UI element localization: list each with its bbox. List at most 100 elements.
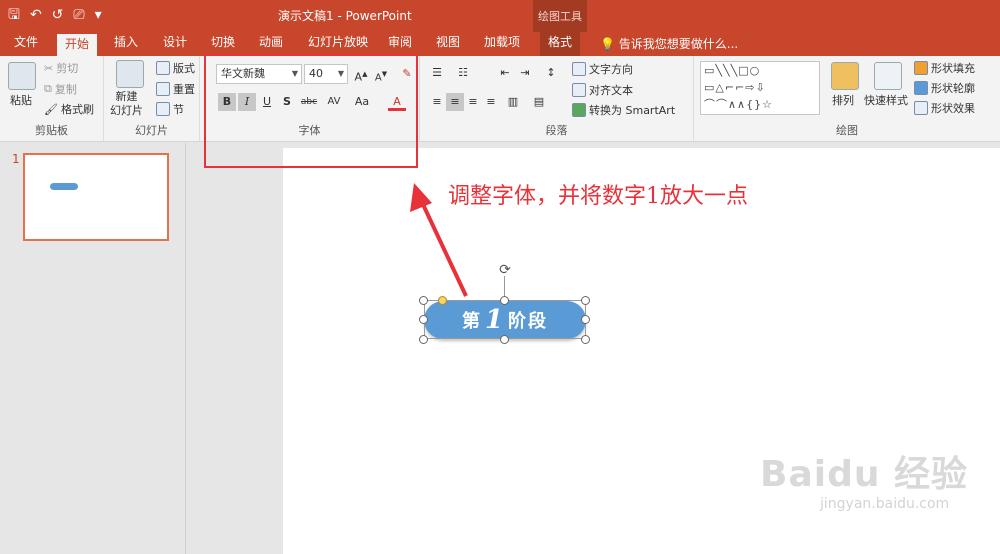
baidu-watermark: Baidu 经验 bbox=[760, 454, 969, 495]
quick-access-toolbar: 🖫 ↶ ↺ ⎚ ▾ bbox=[8, 5, 102, 25]
resize-handle-left[interactable] bbox=[419, 315, 428, 324]
paragraph-group-label: 段落 bbox=[545, 124, 568, 137]
shape-outline-label: 形状轮廓 bbox=[931, 82, 975, 95]
distributed-icon[interactable]: ▥ bbox=[504, 93, 522, 111]
line-spacing-icon[interactable]: ↕ bbox=[542, 64, 560, 82]
layout-label: 版式 bbox=[173, 62, 195, 75]
increase-indent-icon[interactable]: ⇥ bbox=[516, 64, 534, 82]
copy-label: 复制 bbox=[54, 83, 77, 96]
arrange-button[interactable]: 排列 bbox=[832, 92, 854, 108]
redo-icon[interactable]: ↺ bbox=[52, 5, 64, 25]
resize-handle-top-left[interactable] bbox=[419, 296, 428, 305]
bullets-icon[interactable]: ☰ bbox=[428, 64, 446, 82]
cut-button[interactable]: ✂ 剪切 bbox=[44, 60, 78, 76]
resize-handle-bottom-right[interactable] bbox=[581, 335, 590, 344]
new-slide-icon[interactable] bbox=[116, 60, 144, 88]
shape-text-suffix: 阶段 bbox=[508, 311, 549, 332]
undo-icon[interactable]: ↶ bbox=[30, 5, 42, 25]
quick-styles-button[interactable]: 快速样式 bbox=[864, 92, 908, 108]
resize-handle-bottom[interactable] bbox=[500, 335, 509, 344]
quick-styles-icon[interactable] bbox=[874, 62, 902, 90]
arrange-icon[interactable] bbox=[831, 62, 859, 90]
group-paragraph: ☰ ☷ ⇤ ⇥ ↕ ≡ ≡ ≡ ≡ ▥ ▤ 文字方向 对齐文本 转换为 Smar… bbox=[420, 56, 694, 142]
section-icon bbox=[156, 102, 170, 116]
effects-icon bbox=[914, 101, 928, 115]
customize-qat-button[interactable]: ▾ bbox=[95, 5, 102, 25]
slides-pane: 1 bbox=[0, 143, 186, 554]
thumbnail-shape bbox=[50, 183, 78, 190]
copy-icon: ⧉ bbox=[44, 82, 52, 95]
align-text-button[interactable]: 对齐文本 bbox=[572, 82, 633, 98]
tab-file[interactable]: 文件 bbox=[6, 32, 46, 56]
drawing-group-label: 绘图 bbox=[836, 124, 858, 137]
tell-me-text: 告诉我您想要做什么... bbox=[618, 37, 739, 51]
shape-fill-button[interactable]: 形状填充 bbox=[914, 60, 975, 76]
decrease-indent-icon[interactable]: ⇤ bbox=[496, 64, 514, 82]
smartart-icon bbox=[572, 103, 586, 117]
tab-home[interactable]: 开始 bbox=[57, 34, 98, 56]
align-left-icon[interactable]: ≡ bbox=[428, 93, 446, 111]
align-center-icon[interactable]: ≡ bbox=[446, 93, 464, 111]
rotate-handle-icon[interactable]: ⟳ bbox=[497, 262, 513, 278]
slide-thumbnail[interactable] bbox=[23, 153, 169, 241]
ribbon: 粘贴 ✂ 剪切 ⧉ 复制 🖌 格式刷 剪贴板 新建 幻灯片 版式 重置 节 幻灯片 华… bbox=[0, 56, 1000, 142]
columns-icon[interactable]: ▤ bbox=[530, 93, 548, 111]
section-button[interactable]: 节 bbox=[156, 101, 184, 117]
text-direction-button[interactable]: 文字方向 bbox=[572, 61, 633, 77]
tell-me-box[interactable]: 💡 告诉我您想要做什么... bbox=[600, 35, 738, 52]
group-drawing: ▭╲╲╲□○ ▭△⌐⌐⇨⇩ ⌒⌒∧∧{}☆ 排列 快速样式 形状填充 形状轮廓 形状… bbox=[694, 56, 1000, 142]
convert-smartart-button[interactable]: 转换为 SmartArt bbox=[572, 102, 675, 118]
justify-icon[interactable]: ≡ bbox=[482, 93, 500, 111]
slide-number: 1 bbox=[12, 152, 20, 166]
section-label: 节 bbox=[173, 103, 184, 116]
tab-design[interactable]: 设计 bbox=[155, 32, 195, 56]
scissors-icon: ✂ bbox=[44, 61, 54, 75]
shape-text-prefix: 第 bbox=[461, 311, 482, 332]
group-clipboard: 粘贴 ✂ 剪切 ⧉ 复制 🖌 格式刷 剪贴板 bbox=[0, 56, 104, 142]
paste-button[interactable]: 粘贴 bbox=[10, 92, 32, 108]
group-slides: 新建 幻灯片 版式 重置 节 幻灯片 bbox=[104, 56, 200, 142]
shape-effects-label: 形状效果 bbox=[931, 102, 975, 115]
new-slide-button[interactable]: 新建 幻灯片 bbox=[110, 90, 143, 118]
resize-handle-right[interactable] bbox=[581, 315, 590, 324]
paste-icon[interactable] bbox=[8, 62, 36, 90]
tab-format[interactable]: 格式 bbox=[540, 32, 581, 56]
shapes-gallery[interactable]: ▭╲╲╲□○ ▭△⌐⌐⇨⇩ ⌒⌒∧∧{}☆ bbox=[700, 61, 820, 115]
text-direction-icon bbox=[572, 62, 586, 76]
title-bar: 🖫 ↶ ↺ ⎚ ▾ 演示文稿1 - PowerPoint bbox=[0, 0, 1000, 32]
copy-button[interactable]: ⧉ 复制 bbox=[44, 81, 77, 97]
start-from-beginning-icon[interactable]: ⎚ bbox=[73, 5, 84, 25]
layout-icon bbox=[156, 61, 170, 75]
layout-button[interactable]: 版式 bbox=[156, 60, 195, 76]
tab-view[interactable]: 视图 bbox=[428, 32, 468, 56]
align-text-label: 对齐文本 bbox=[589, 84, 633, 97]
resize-handle-top-right[interactable] bbox=[581, 296, 590, 305]
clipboard-group-label: 剪贴板 bbox=[35, 124, 68, 137]
stage-shape[interactable]: 第 1 阶段 bbox=[424, 301, 586, 339]
numbering-icon[interactable]: ☷ bbox=[454, 64, 472, 82]
tab-review[interactable]: 审阅 bbox=[380, 32, 420, 56]
adjust-handle[interactable] bbox=[438, 296, 447, 305]
tab-addins[interactable]: 加载项 bbox=[476, 32, 528, 56]
reset-button[interactable]: 重置 bbox=[156, 81, 195, 97]
resize-handle-top[interactable] bbox=[500, 296, 509, 305]
format-painter-label: 格式刷 bbox=[60, 103, 94, 116]
tab-insert[interactable]: 插入 bbox=[106, 32, 146, 56]
save-icon[interactable]: 🖫 bbox=[8, 5, 20, 25]
tab-transitions[interactable]: 切换 bbox=[203, 32, 243, 56]
shape-effects-button[interactable]: 形状效果 bbox=[914, 100, 975, 116]
tab-animations[interactable]: 动画 bbox=[251, 32, 291, 56]
slides-group-label: 幻灯片 bbox=[135, 124, 168, 137]
shape-outline-button[interactable]: 形状轮廓 bbox=[914, 80, 975, 96]
shape-text-number: 1 bbox=[484, 305, 506, 335]
resize-handle-bottom-left[interactable] bbox=[419, 335, 428, 344]
reset-icon bbox=[156, 82, 170, 96]
format-painter-button[interactable]: 🖌 格式刷 bbox=[44, 101, 94, 117]
text-direction-label: 文字方向 bbox=[589, 63, 633, 76]
align-right-icon[interactable]: ≡ bbox=[464, 93, 482, 111]
align-text-icon bbox=[572, 83, 586, 97]
pen-icon bbox=[914, 81, 928, 95]
tab-slideshow[interactable]: 幻灯片放映 bbox=[300, 32, 376, 56]
watermark-url: jingyan.baidu.com bbox=[820, 496, 950, 512]
font-group-highlight bbox=[204, 54, 418, 168]
